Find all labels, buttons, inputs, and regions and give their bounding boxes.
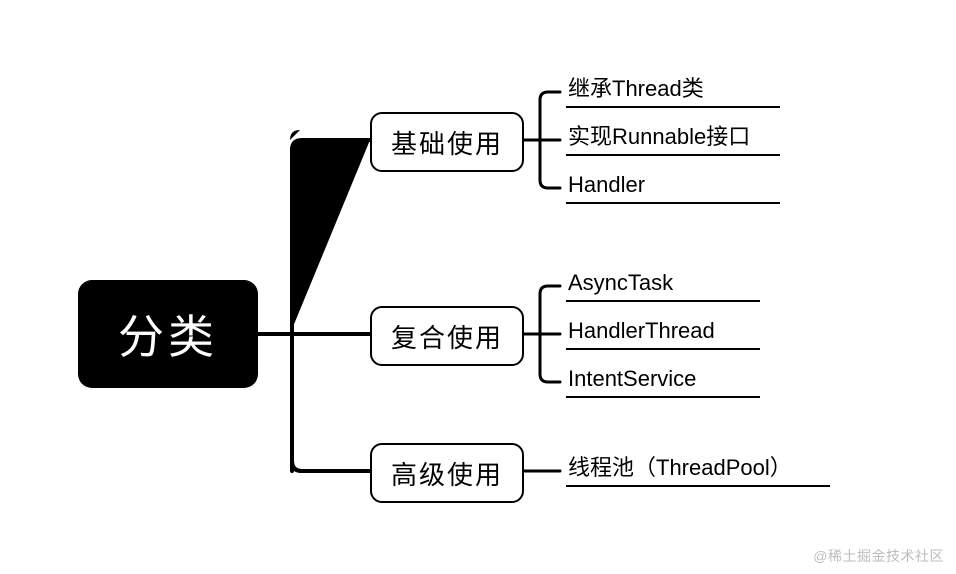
leaf-label: 实现Runnable接口: [568, 124, 750, 149]
leaf-item: AsyncTask: [566, 270, 760, 302]
leaf-item: 继承Thread类: [566, 76, 780, 108]
leaf-item: 实现Runnable接口: [566, 124, 780, 156]
branch-label: 复合使用: [391, 318, 503, 355]
branch-node-composite: 复合使用: [370, 306, 524, 366]
leaf-item: 线程池（ThreadPool）: [566, 455, 830, 487]
leaf-item: HandlerThread: [566, 318, 760, 350]
leaf-label: HandlerThread: [568, 318, 715, 343]
leaf-label: 线程池（ThreadPool）: [568, 455, 792, 480]
leaf-item: IntentService: [566, 366, 760, 398]
root-node: 分类: [78, 280, 258, 388]
leaf-label: AsyncTask: [568, 270, 673, 295]
root-label: 分类: [118, 301, 218, 367]
watermark-text: @稀土掘金技术社区: [813, 546, 944, 566]
leaf-label: Handler: [568, 172, 645, 197]
leaf-label: 继承Thread类: [568, 76, 704, 101]
watermark-label: @稀土掘金技术社区: [813, 548, 944, 564]
branch-label: 基础使用: [391, 124, 503, 161]
leaf-label: IntentService: [568, 366, 696, 391]
leaf-item: Handler: [566, 172, 780, 204]
branch-label: 高级使用: [391, 455, 503, 492]
branch-node-advanced: 高级使用: [370, 443, 524, 503]
branch-node-basic: 基础使用: [370, 112, 524, 172]
